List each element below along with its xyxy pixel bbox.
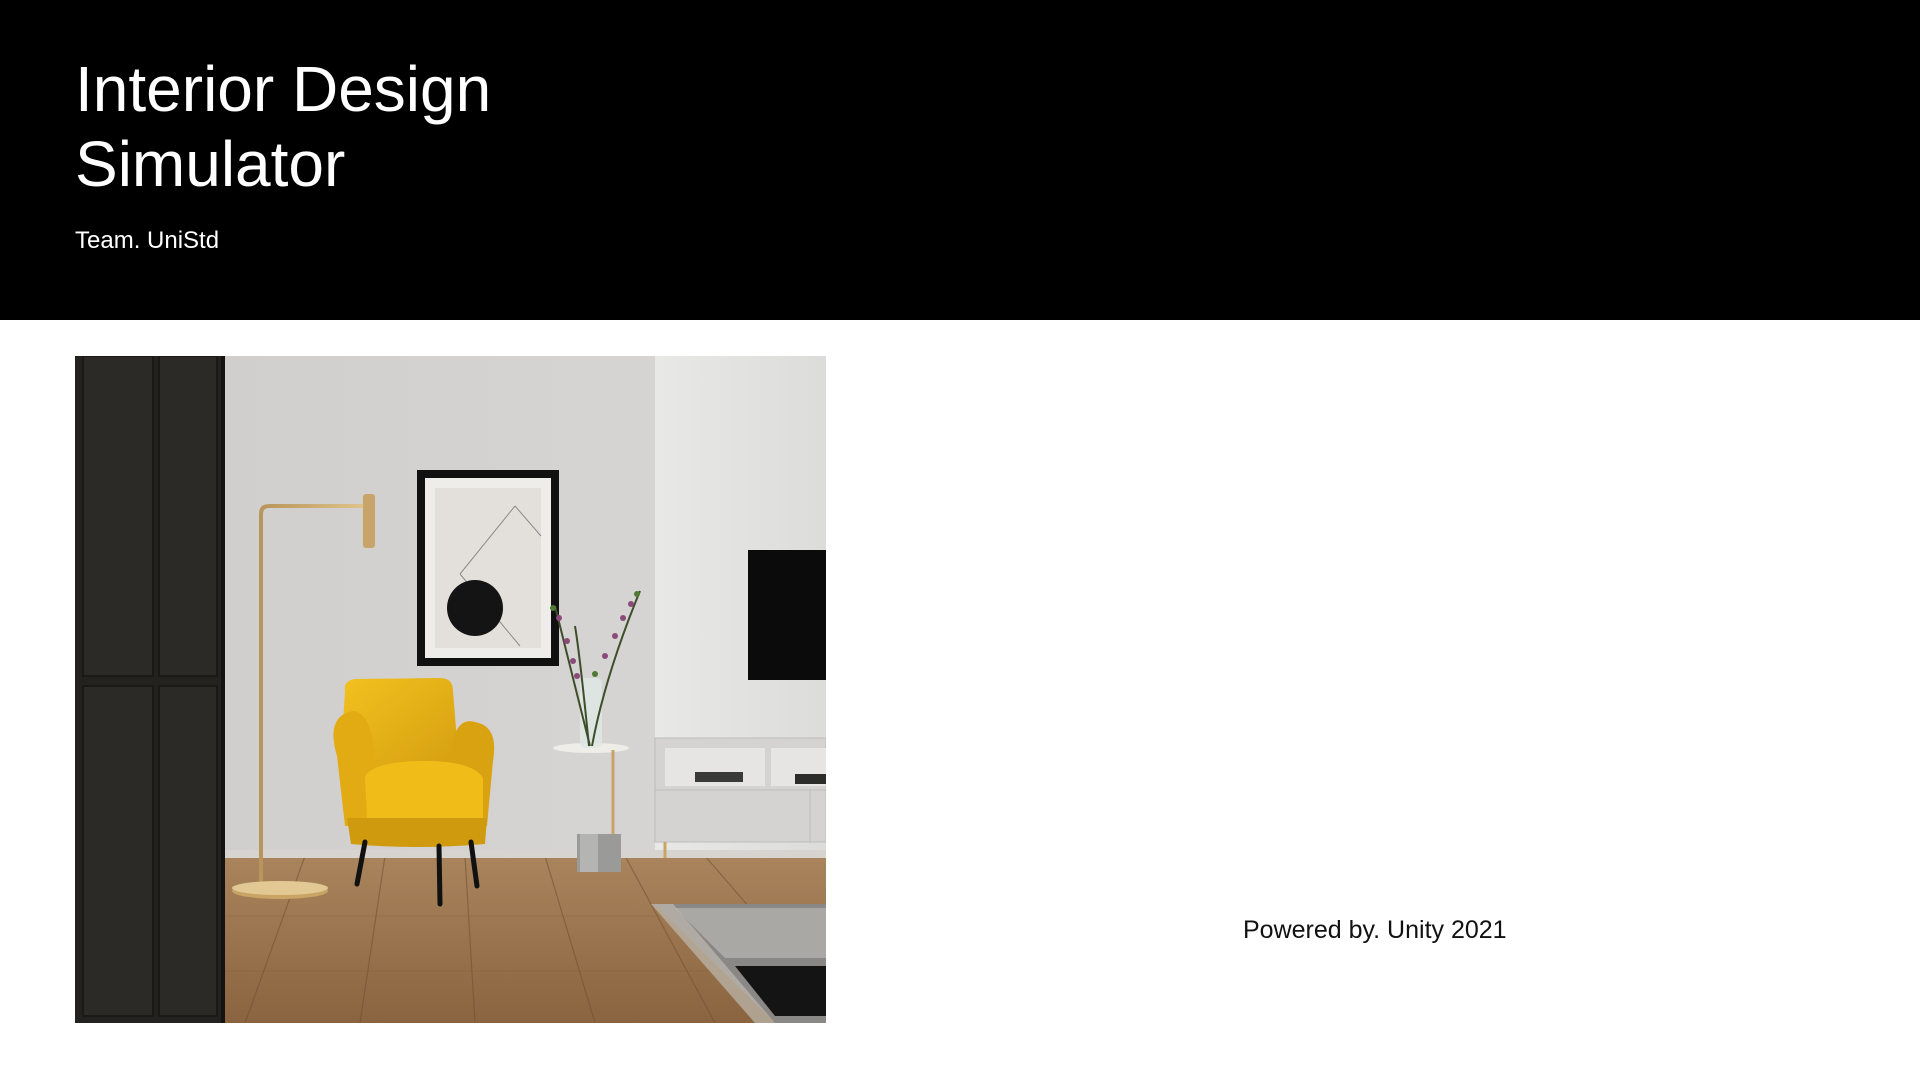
hero-image-living-room (75, 356, 826, 1023)
page-title: Interior Design Simulator (75, 53, 492, 200)
title-banner: Interior Design Simulator Team. UniStd (0, 0, 1920, 320)
team-name: Team. UniStd (75, 227, 220, 254)
powered-by-label: Powered by. Unity 2021 (1243, 916, 1507, 944)
